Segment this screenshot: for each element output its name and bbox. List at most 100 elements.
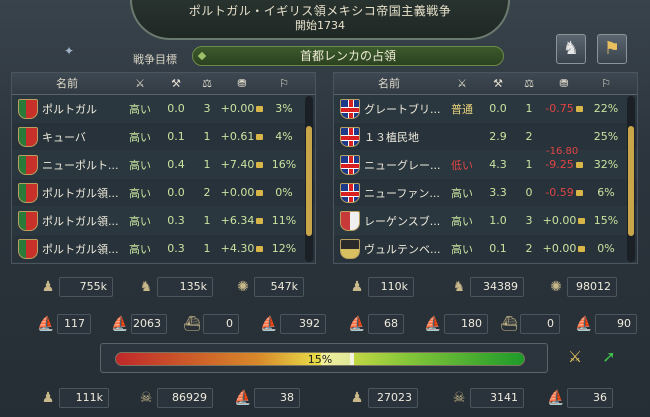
coin-icon <box>578 246 586 252</box>
skull-icon: ☠ <box>452 390 466 406</box>
cavalry-icon: ♞ <box>452 279 466 295</box>
defender-row[interactable]: １３植民地 2.9 2 25% <box>334 123 637 151</box>
right-galley-value: 0 <box>520 314 560 334</box>
right-heavy-ship-value: 68 <box>368 314 404 334</box>
flag-icon <box>18 154 38 175</box>
money-amount: +0.00 <box>220 102 255 115</box>
defender-row[interactable]: ヴュルテンベ... 高い 0.1 2 +0.00 0% <box>334 235 637 263</box>
war-goal-label: 戦争目標 <box>133 53 177 66</box>
right-artillery-value: 98012 <box>567 277 617 297</box>
peace-offer-button[interactable]: ♞ <box>556 34 586 64</box>
percent-value: 0% <box>275 186 293 199</box>
country-name-cell: ヴュルテンベ... <box>334 238 444 259</box>
col-score-icon: ⚒ <box>493 77 503 90</box>
score-value: 3.3 <box>489 186 507 199</box>
balance-value: 1 <box>525 102 533 115</box>
money-value: +0.61 <box>220 130 264 143</box>
right-artillery: ✺ 98012 <box>545 276 617 298</box>
infantry-icon: ♟ <box>350 279 364 295</box>
call-ally-button[interactable]: ⚑ <box>597 34 627 64</box>
balance-value: 1 <box>525 158 533 171</box>
percent-value: 12% <box>271 242 297 255</box>
attacker-row[interactable]: ポルトガル領... 高い 0.3 1 +6.34 11% <box>12 207 315 235</box>
country-name: グレートブリ... <box>364 102 441 116</box>
score-value: 0.3 <box>167 214 185 227</box>
gear-icon[interactable]: ✦ <box>62 44 76 58</box>
country-name-cell: ポルトガル領... <box>12 182 122 203</box>
percent-value: 0% <box>597 242 615 255</box>
flag-icon <box>18 210 38 231</box>
right-loss-infantry: ♟ 27023 <box>346 387 418 409</box>
galley-icon: ⛴ <box>183 316 201 332</box>
left-light-ship-value: 2063 <box>131 314 167 334</box>
artillery-icon: ✺ <box>237 279 249 295</box>
status-value: 高い <box>129 186 151 200</box>
cavalry-icon: ♞ <box>139 279 153 295</box>
percent-value: 25% <box>593 130 619 143</box>
defender-scrollbar[interactable] <box>627 96 635 262</box>
attacker-scrollbar[interactable] <box>305 96 313 262</box>
attacker-row[interactable]: ニューポルト... 高い 0.4 1 +7.40 16% <box>12 151 315 179</box>
flag-icon <box>340 238 360 259</box>
score-value: 0.1 <box>489 242 507 255</box>
transport-icon: ⛵ <box>575 316 593 332</box>
country-name: ポルトガル領... <box>42 242 119 256</box>
war-goal-box[interactable]: 首都レンカの占領 <box>192 46 504 66</box>
left-light-ship: ⛵ 2063 <box>109 313 167 335</box>
war-start-date: 開始1734 <box>295 19 345 32</box>
war-title: ポルトガル・イギリス領メキシコ帝国主義戦争 <box>188 4 452 18</box>
heavy-ship-icon: ⛵ <box>348 316 366 332</box>
ship-icon: ⛵ <box>234 390 252 406</box>
money-value: -9.25 -16.80 <box>542 146 586 171</box>
country-name: ヴュルテンベ... <box>364 242 441 256</box>
balance-value: 1 <box>203 242 211 255</box>
coin-icon <box>256 218 264 224</box>
defender-row[interactable]: ニューファン... 高い 3.3 0 -0.59 6% <box>334 179 637 207</box>
defender-table-header: 名前 ⚔ ⚒ ⚖ ⛃ ⚐ <box>334 73 637 95</box>
left-artillery-value: 547k <box>254 277 304 297</box>
country-name-cell: ポルトガル領... <box>12 238 122 259</box>
crossed-swords-icon[interactable]: ⚔ <box>562 345 588 371</box>
money-value: +0.00 <box>542 214 586 227</box>
light-ship-icon: ⛵ <box>111 316 129 332</box>
warscore-bar: 15% <box>115 352 525 366</box>
percent-value: 22% <box>593 102 619 115</box>
transport-icon: ⛵ <box>260 316 278 332</box>
skull-icon: ☠ <box>139 390 153 406</box>
col-balance-icon: ⚖ <box>524 77 534 90</box>
money-amount: +0.61 <box>220 130 255 143</box>
country-name-cell: ポルトガル <box>12 98 122 119</box>
defender-row[interactable]: ニューグレー... 低い 4.3 1 -9.25 -16.80 32% <box>334 146 637 179</box>
attacker-row[interactable]: ポルトガル領... 高い 0.3 1 +4.30 12% <box>12 235 315 263</box>
flag-icon <box>340 210 360 231</box>
status-value: 普通 <box>451 102 473 116</box>
percent-value: 11% <box>271 214 297 227</box>
country-name: ニューファン... <box>364 186 440 200</box>
balance-value: 1 <box>203 130 211 143</box>
infantry-icon: ♟ <box>41 279 55 295</box>
col-money-icon: ⛃ <box>559 77 569 90</box>
coin-icon <box>575 162 583 168</box>
country-name-cell: レーゲンスブ... <box>334 210 444 231</box>
status-value: 高い <box>451 214 473 228</box>
left-transport: ⛵ 392 <box>258 313 326 335</box>
attacker-scroll-thumb[interactable] <box>306 126 312 236</box>
attacker-row[interactable]: ポルトガル領... 高い 0.0 2 +0.00 0% <box>12 179 315 207</box>
col-money-icon: ⛃ <box>237 77 247 90</box>
war-header: ポルトガル・イギリス領メキシコ帝国主義戦争 開始1734 <box>130 0 510 40</box>
defender-scroll-thumb[interactable] <box>628 126 634 236</box>
percent-value: 32% <box>593 158 619 171</box>
col-balance-icon: ⚖ <box>202 77 212 90</box>
money-extra: -16.80 <box>546 146 579 157</box>
horse-icon: ♞ <box>562 38 580 59</box>
balance-value: 2 <box>525 130 533 143</box>
attacker-row[interactable]: ポルトガル 高い 0.0 3 +0.00 3% <box>12 95 315 123</box>
left-loss-cavalry: ☠ 86929 <box>135 387 213 409</box>
score-value: 0.4 <box>167 158 185 171</box>
attacker-row[interactable]: キューバ 高い 0.1 1 +0.61 4% <box>12 123 315 151</box>
left-loss-infantry: ♟ 111k <box>37 387 109 409</box>
balance-value: 3 <box>203 102 211 115</box>
status-value: 高い <box>129 130 151 144</box>
defender-row[interactable]: グレートブリ... 普通 0.0 1 -0.75 22% <box>334 95 637 123</box>
defender-row[interactable]: レーゲンスブ... 高い 1.0 3 +0.00 15% <box>334 207 637 235</box>
